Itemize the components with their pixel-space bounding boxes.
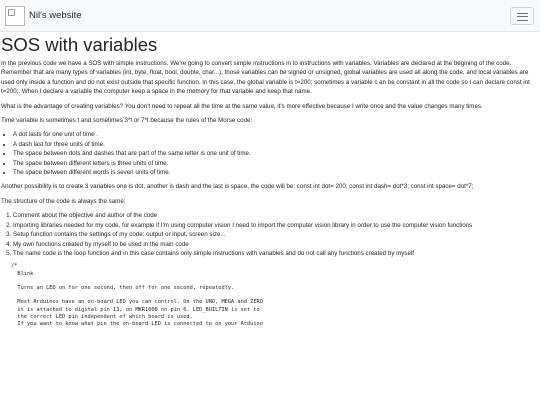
list-item: A dot lasts for one unit of time .: [13, 130, 537, 139]
navbar-toggler-button[interactable]: [510, 7, 534, 25]
list-item: The space between different letters is t…: [13, 159, 537, 168]
intro-paragraph: In the previous code we have a SOS with …: [1, 60, 530, 96]
list-item: A dash last for three units of time.: [13, 140, 537, 149]
time-variable-paragraph: Time variable is sometimes t and sometim…: [1, 117, 253, 125]
hamburger-line: [517, 16, 528, 18]
advantage-paragraph: What is the advantage of creating variab…: [1, 102, 483, 110]
brand-name: Nil's website: [29, 10, 82, 21]
page-title: SOS with variables: [1, 34, 158, 55]
brand-link[interactable]: Nil's website: [5, 5, 82, 27]
morse-rules-list: A dot lasts for one unit of time . A das…: [1, 130, 537, 177]
structure-intro-paragraph: The structure of the code is always the …: [1, 197, 126, 205]
another-possibility-paragraph: Another possibility is to create 3 varia…: [1, 183, 474, 191]
list-item: The space between dots and dashes that a…: [13, 149, 537, 158]
list-item: Importing libraries needed for my code, …: [13, 221, 537, 230]
broken-image-icon: [5, 6, 25, 26]
hamburger-menu-icon: [517, 12, 528, 14]
structure-steps-list: Comment about the objective and author o…: [1, 211, 537, 258]
article: SOS with variables In the previous code …: [1, 32, 537, 328]
list-item: Comment about the objective and author o…: [13, 211, 537, 220]
list-item: The name code is the loop function and i…: [13, 249, 537, 258]
code-block: /* Blink Turns an LED on for one second,…: [11, 263, 263, 327]
list-item: My own functions created by myself to be…: [13, 240, 537, 249]
navbar: Nil's website: [0, 0, 540, 32]
list-item: The space between different words is sev…: [13, 168, 537, 177]
list-item: Setup function contains the settings of …: [13, 230, 537, 239]
hamburger-line: [517, 19, 528, 21]
